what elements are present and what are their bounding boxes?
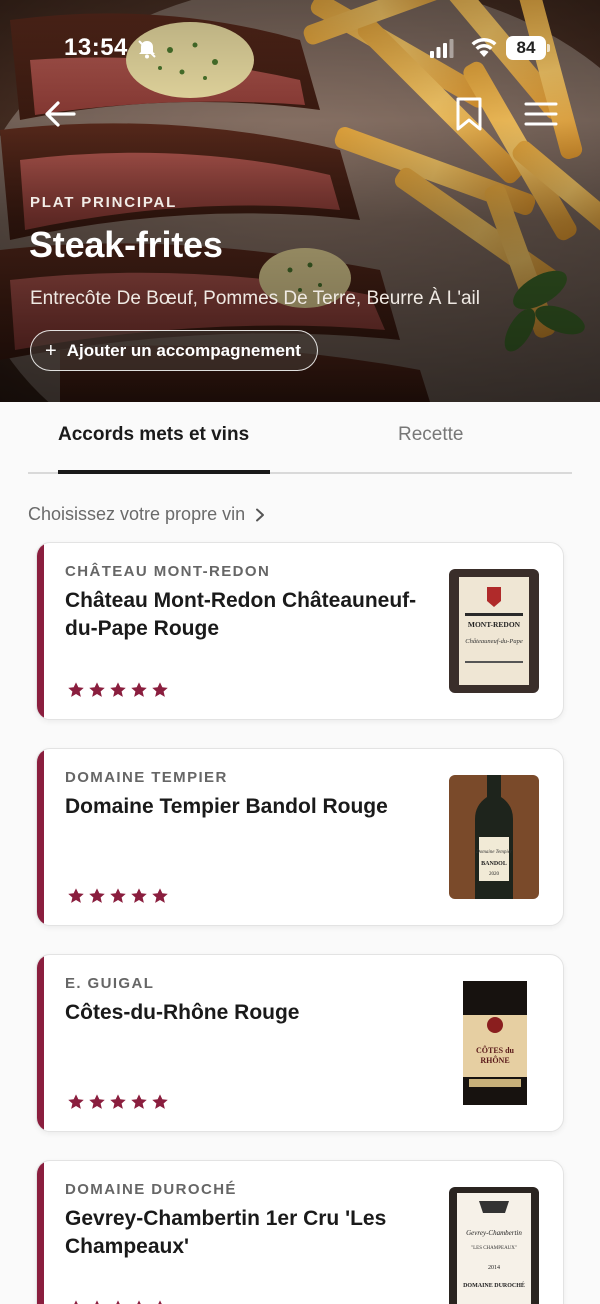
svg-text:2020: 2020 <box>489 872 500 877</box>
star-icon <box>68 682 84 697</box>
svg-text:MONT-REDON: MONT-REDON <box>468 620 521 629</box>
star-icon <box>116 1300 120 1304</box>
battery-tip <box>547 44 550 52</box>
cellular-signal-icon <box>430 39 454 58</box>
star-icon <box>152 888 168 903</box>
star-icon <box>158 1300 162 1304</box>
svg-text:RHÔNE: RHÔNE <box>480 1055 509 1065</box>
wifi-icon <box>471 37 497 57</box>
add-side-dish-label: Ajouter un accompagnement <box>66 340 301 360</box>
star-icon <box>110 888 126 903</box>
wine-card[interactable]: DOMAINE DUROCHÉ Gevrey-Chambertin 1er Cr… <box>36 1160 564 1304</box>
svg-text:DOMAINE DUROCHÉ: DOMAINE DUROCHÉ <box>463 1281 525 1289</box>
hero-banner: 13:54 84 PLAT PRINCIPAL Steak-frites Ent… <box>0 0 600 402</box>
star-icon <box>68 888 84 903</box>
star-icon <box>152 1094 168 1109</box>
star-icon <box>110 682 126 697</box>
card-accent-bar <box>37 955 44 1131</box>
star-icon <box>152 682 168 697</box>
wine-card[interactable]: CHÂTEAU MONT-REDON Château Mont-Redon Ch… <box>36 542 564 720</box>
star-icon <box>110 1094 126 1109</box>
wine-rating <box>67 1093 169 1111</box>
hamburger-menu-icon[interactable] <box>522 96 560 132</box>
wine-bottle-image: Gevrey-Chambertin "LES CHAMPEAUX" 2014 D… <box>449 1187 539 1304</box>
wine-producer: CHÂTEAU MONT-REDON <box>65 563 271 580</box>
dish-title: Steak-frites <box>29 224 223 265</box>
bell-slash-icon <box>138 40 156 59</box>
svg-text:BANDOL: BANDOL <box>481 861 507 867</box>
svg-text:Gevrey-Chambertin: Gevrey-Chambertin <box>466 1229 522 1237</box>
card-accent-bar <box>37 543 44 719</box>
status-bar: 13:54 84 <box>0 0 600 96</box>
star-icon <box>137 1300 141 1304</box>
wine-name: Domaine Tempier Bandol Rouge <box>65 795 388 818</box>
tab-wine-pairings[interactable]: Accords mets et vins <box>58 424 249 446</box>
wine-name: Côtes-du-Rhône Rouge <box>65 1001 300 1024</box>
svg-text:"LES CHAMPEAUX": "LES CHAMPEAUX" <box>471 1246 517 1251</box>
choose-wine-label: Choisissez votre propre vin <box>28 504 246 524</box>
wine-rating <box>67 887 169 905</box>
status-time: 13:54 <box>64 34 128 61</box>
star-icon <box>68 1094 84 1109</box>
wine-card[interactable]: E. GUIGAL Côtes-du-Rhône Rouge CÔTES du … <box>36 954 564 1132</box>
star-icon <box>131 1094 147 1109</box>
chevron-right-icon <box>256 508 265 521</box>
wine-bottle-image: Domaine Tempier BANDOL 2020 <box>449 775 539 899</box>
svg-text:Domaine Tempier: Domaine Tempier <box>475 850 512 855</box>
wine-rating <box>67 1299 169 1304</box>
wine-producer: DOMAINE DUROCHÉ <box>65 1181 237 1198</box>
card-accent-bar <box>37 1161 44 1304</box>
dish-ingredients: Entrecôte De Bœuf, Pommes De Terre, Beur… <box>30 288 480 309</box>
battery-icon: 84 <box>506 36 546 60</box>
wine-rating <box>67 681 169 699</box>
star-icon <box>89 888 105 903</box>
plus-icon: + <box>45 339 57 362</box>
star-icon <box>95 1300 99 1304</box>
wine-producer: DOMAINE TEMPIER <box>65 769 228 786</box>
add-side-dish-button[interactable]: + Ajouter un accompagnement <box>30 330 318 371</box>
tab-bar: Accords mets et vins Recette <box>28 402 572 474</box>
wine-name: Gevrey-Chambertin 1er Cru 'Les Champeaux… <box>65 1207 387 1258</box>
wine-bottle-image: MONT-REDON Châteauneuf-du-Pape <box>449 569 539 693</box>
card-accent-bar <box>37 749 44 925</box>
star-icon <box>131 888 147 903</box>
star-icon <box>89 682 105 697</box>
choose-wine-link[interactable]: Choisissez votre propre vin <box>28 504 265 525</box>
tab-recipe[interactable]: Recette <box>398 424 463 446</box>
wine-card[interactable]: DOMAINE TEMPIER Domaine Tempier Bandol R… <box>36 748 564 926</box>
back-arrow-icon[interactable] <box>40 94 80 134</box>
wine-name: Château Mont-Redon Châteauneuf-du-Pape R… <box>65 589 417 640</box>
active-tab-indicator <box>58 470 270 474</box>
star-icon <box>89 1094 105 1109</box>
svg-text:Châteauneuf-du-Pape: Châteauneuf-du-Pape <box>465 638 523 645</box>
wine-producer: E. GUIGAL <box>65 975 155 992</box>
star-icon <box>131 682 147 697</box>
star-icon <box>74 1300 78 1304</box>
wine-bottle-image: CÔTES du RHÔNE <box>449 981 539 1105</box>
dish-category: PLAT PRINCIPAL <box>30 194 178 211</box>
svg-text:CÔTES du: CÔTES du <box>476 1045 515 1055</box>
bookmark-icon[interactable] <box>452 94 486 134</box>
svg-text:2014: 2014 <box>488 1265 500 1271</box>
